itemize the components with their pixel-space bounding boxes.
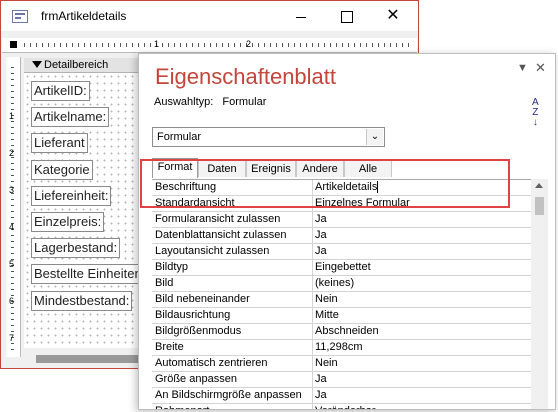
property-row[interactable]: Bildausrichtung Mitte (152, 308, 531, 324)
field-label[interactable]: Einzelpreis: (31, 212, 105, 232)
property-row[interactable]: Breite 11,298cm (152, 340, 531, 356)
maximize-button[interactable] (324, 1, 370, 31)
property-value[interactable]: Nein (315, 356, 338, 371)
ruler-number: 1 (9, 111, 15, 121)
property-sheet: Eigenschaftenblatt ▼ ✕ Auswahltyp: Formu… (138, 53, 556, 410)
property-row[interactable]: Bildgrößenmodus Abschneiden (152, 324, 531, 340)
field-label[interactable]: Liefereinheit: (31, 186, 112, 206)
ruler-number: 3 (9, 185, 15, 195)
close-icon: ✕ (386, 7, 400, 24)
section-label: Detailbereich (44, 59, 109, 71)
field-label[interactable]: ArtikelID: (31, 81, 90, 101)
ruler-number: 5 (9, 259, 15, 269)
property-name: Formularansicht zulassen (155, 213, 281, 225)
property-name: Rahmenart (155, 404, 310, 409)
chevron-down-icon[interactable]: ⌄ (366, 129, 383, 145)
ruler-number: 4 (9, 222, 15, 232)
vertical-scrollbar[interactable] (531, 179, 548, 409)
property-name: Größe anpassen (155, 373, 237, 385)
window-title: frmArtikeldetails (41, 9, 127, 23)
property-value[interactable]: Ja (315, 244, 327, 259)
property-row[interactable]: Automatisch zentrieren Nein (152, 356, 531, 372)
pane-options-chevron-down-icon[interactable]: ▼ (517, 62, 528, 74)
property-value[interactable]: Mitte (315, 308, 339, 323)
property-row[interactable]: Datenblattansicht zulassen Ja (152, 228, 531, 244)
sort-az-icon[interactable]: A Z ↓ (532, 98, 539, 128)
ruler-number: 1 (154, 39, 160, 49)
property-name: Bildgrößenmodus (155, 325, 242, 337)
property-row[interactable]: Formularansicht zulassen Ja (152, 212, 531, 228)
object-selector-value: Formular (157, 131, 202, 143)
maximize-icon (341, 11, 353, 24)
ruler-number: 6 (9, 296, 15, 306)
property-name: Bild (155, 277, 174, 289)
property-row[interactable]: Rahmenart Veränderbar (152, 404, 531, 409)
property-name: Bildausrichtung (155, 309, 231, 321)
field-label[interactable]: Mindestbestand: (31, 291, 133, 311)
scroll-up-icon[interactable] (535, 183, 543, 188)
scrollbar-thumb[interactable] (535, 197, 544, 215)
property-value[interactable]: Ja (315, 372, 327, 387)
ruler-number: 7 (9, 333, 15, 343)
close-button[interactable]: ✕ (370, 1, 416, 31)
property-sheet-title: Eigenschaftenblatt (155, 64, 337, 89)
minimize-icon (296, 16, 306, 18)
selection-type-value: Formular (222, 96, 267, 108)
property-value[interactable]: (keines) (315, 276, 354, 291)
property-name: Breite (155, 341, 184, 353)
property-value[interactable]: Veränderbar (315, 404, 376, 409)
horizontal-ruler: 1 2 (2, 38, 417, 53)
property-row[interactable]: Größe anpassen Ja (152, 372, 531, 388)
property-row[interactable]: Layoutansicht zulassen Ja (152, 244, 531, 260)
property-name: Layoutansicht zulassen (155, 245, 270, 257)
selection-type: Auswahltyp: Formular (154, 96, 272, 108)
field-label[interactable]: Kategorie (31, 160, 93, 180)
highlight-box (140, 159, 510, 208)
field-label[interactable]: Lieferant (31, 133, 88, 153)
property-row[interactable]: An Bildschirmgröße anpassen Ja (152, 388, 531, 404)
pane-close-icon[interactable]: ✕ (535, 60, 546, 76)
property-value[interactable]: Abschneiden (315, 324, 379, 339)
ruler-number: 2 (246, 39, 252, 49)
property-row[interactable]: Bild (keines) (152, 276, 531, 292)
section-arrow-icon (32, 61, 42, 68)
property-value[interactable]: Ja (315, 388, 327, 403)
property-value[interactable]: 11,298cm (315, 340, 363, 355)
form-icon (12, 10, 28, 23)
minimize-button[interactable] (278, 1, 324, 31)
field-label[interactable]: Artikelname: (31, 107, 110, 127)
property-row[interactable]: Bildtyp Eingebettet (152, 260, 531, 276)
property-value[interactable]: Ja (315, 228, 327, 243)
field-label[interactable]: Lagerbestand: (31, 238, 121, 258)
property-row[interactable]: Bild nebeneinander Nein (152, 292, 531, 308)
property-name: An Bildschirmgröße anpassen (155, 389, 302, 401)
property-name: Automatisch zentrieren (155, 357, 268, 369)
title-bar[interactable]: frmArtikeldetails ✕ (1, 1, 418, 31)
selection-type-label: Auswahltyp: (154, 96, 214, 108)
ruler-number: 2 (9, 148, 15, 158)
property-value[interactable]: Nein (315, 292, 338, 307)
vertical-ruler: 1 2 3 4 5 6 7 (6, 57, 21, 357)
property-name: Datenblattansicht zulassen (155, 229, 287, 241)
property-name: Bild nebeneinander (155, 293, 250, 305)
property-value[interactable]: Ja (315, 212, 327, 227)
property-grid: Beschriftung Artikeldetails Standardansich… (152, 179, 531, 409)
field-label[interactable]: Bestellte Einheiten (31, 264, 145, 284)
object-selector-dropdown[interactable]: Formular ⌄ (152, 127, 385, 147)
property-name: Bildtyp (155, 261, 189, 273)
form-selector[interactable] (10, 41, 17, 48)
property-value[interactable]: Eingebettet (315, 260, 371, 275)
